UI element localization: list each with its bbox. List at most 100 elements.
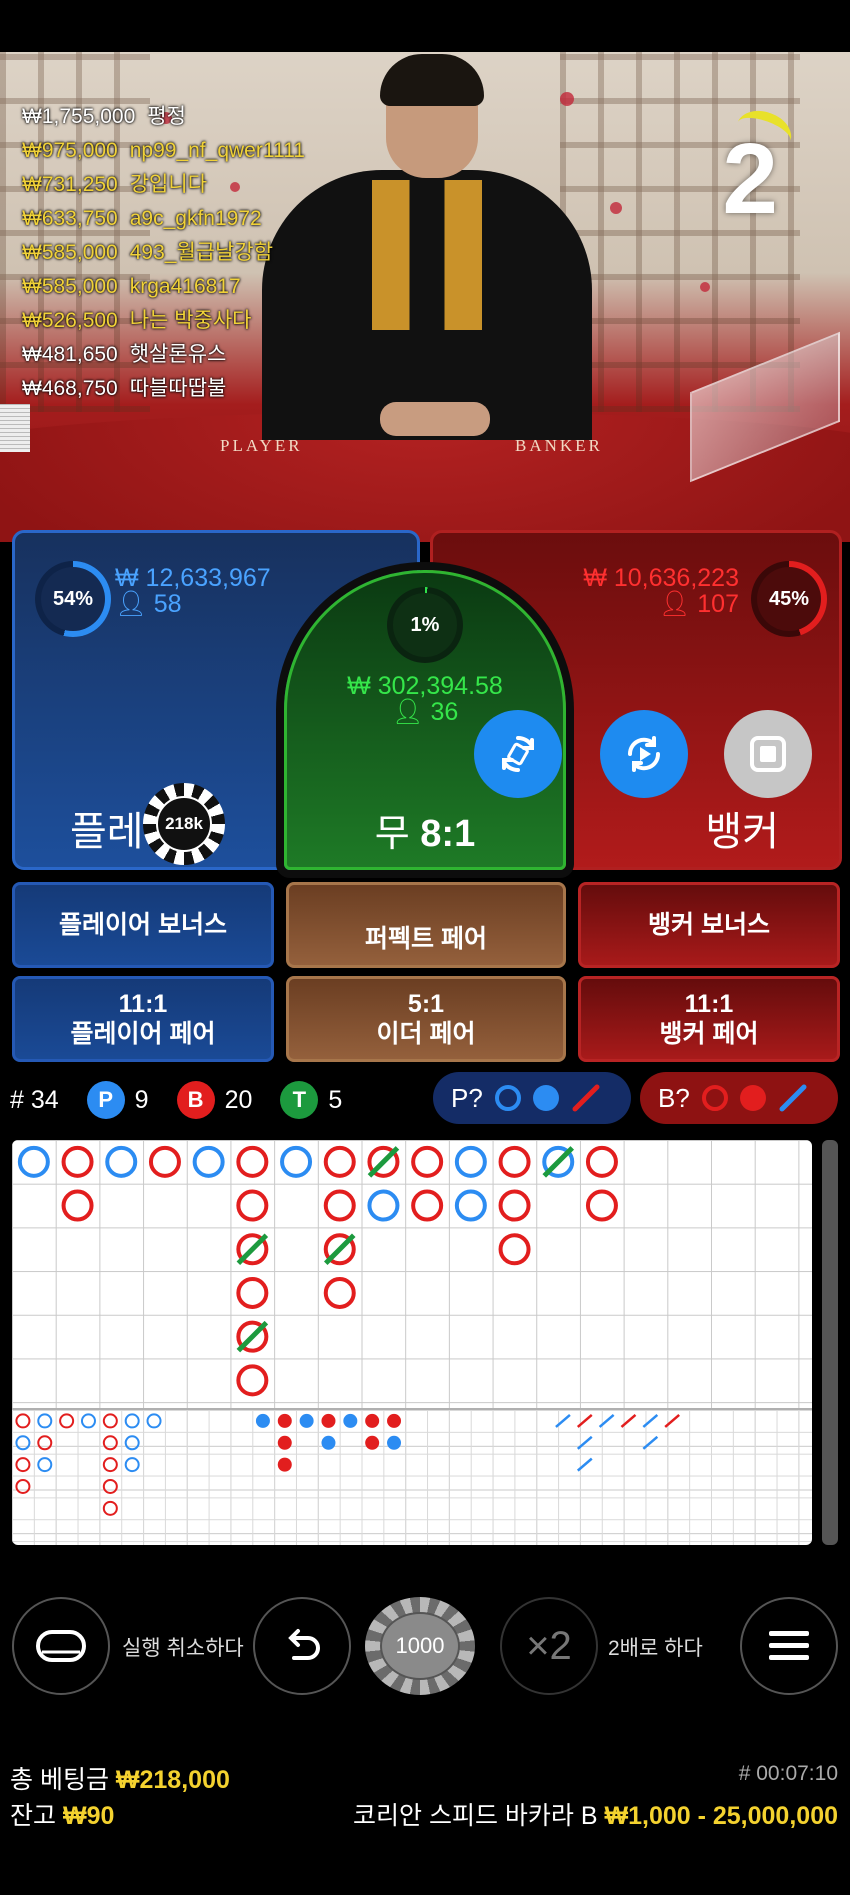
player-count: 58: [153, 590, 182, 618]
small-road-mark: [387, 1435, 402, 1450]
undo-button[interactable]: [253, 1597, 351, 1695]
big-road-mark: [17, 1145, 50, 1178]
double-button[interactable]: ×2: [500, 1597, 598, 1695]
big-eye-mark: [15, 1457, 31, 1473]
predict-ring-icon: [494, 1085, 521, 1111]
chip-selector[interactable]: 1000: [365, 1597, 475, 1695]
big-eye-mark: [102, 1457, 118, 1473]
player-count-row: 👤︎ 58: [115, 591, 271, 617]
cockroach-mark: [620, 1413, 637, 1428]
player-pair-button[interactable]: 11:1 플레이어 페어: [12, 976, 274, 1062]
player-predict-label: P?: [451, 1082, 483, 1113]
predict-slash-icon: [572, 1084, 600, 1112]
tie-wins: T5: [280, 1081, 342, 1119]
lobby-button[interactable]: [12, 1597, 110, 1695]
user-icon: 👤︎: [391, 698, 424, 726]
either-pair-odds: 5:1: [407, 990, 445, 1018]
big-eye-mark: [124, 1413, 140, 1429]
winner-row: ₩633,750 a9c_gkfn1972: [22, 202, 305, 236]
either-pair-button[interactable]: 5:1 이더 페어: [286, 976, 566, 1062]
hamburger-icon: [769, 1631, 809, 1660]
big-road-mark: [454, 1189, 487, 1222]
big-road-mark: [411, 1145, 444, 1178]
cockroach-mark: [642, 1435, 659, 1450]
big-road-mark: [498, 1233, 531, 1266]
menu-button[interactable]: [740, 1597, 838, 1695]
chip-selector-value: 1000: [380, 1612, 460, 1680]
winner-name: 나는 박중사다: [129, 309, 252, 332]
autoplay-button[interactable]: [600, 710, 688, 798]
stop-icon: [750, 736, 786, 772]
small-road-mark: [277, 1457, 292, 1472]
player-bonus-label: 플레이어 보너스: [59, 911, 227, 939]
balance-value: ₩90: [62, 1802, 115, 1830]
big-eye-mark: [80, 1413, 96, 1429]
chip-value: 218k: [156, 796, 212, 852]
small-road-mark: [299, 1413, 314, 1428]
small-road-mark: [277, 1413, 292, 1428]
banker-wins-count: 20: [224, 1085, 253, 1114]
winner-amount: ₩526,500: [22, 309, 118, 332]
blossom: [560, 92, 574, 106]
player-wins: P9: [86, 1081, 149, 1119]
live-video: PLAYER BANKER 2 ₩1,755,000 평정 ₩975,000 np99…: [0, 52, 850, 542]
stop-button[interactable]: [724, 710, 812, 798]
big-eye-mark: [59, 1413, 75, 1429]
perfect-pair-button[interactable]: 퍼펙트 페어: [286, 882, 566, 968]
big-road-mark: [585, 1145, 618, 1178]
winner-row: ₩731,250 강입니다: [22, 168, 305, 202]
dealer-hands: [380, 402, 490, 436]
repeat-bet-button[interactable]: [474, 710, 562, 798]
tie-percent-ring: 1%: [387, 587, 463, 663]
tie-name: 무: [374, 813, 410, 855]
double-label: 2배로 하다: [608, 1637, 703, 1660]
player-pair-odds: 11:1: [118, 990, 168, 1018]
tie-name-row: 무 8:1: [287, 802, 563, 857]
player-predict-button[interactable]: P?: [433, 1072, 631, 1124]
winner-name: 강입니다: [129, 173, 208, 196]
banker-count: 107: [697, 590, 739, 618]
banker-pair-button[interactable]: 11:1 뱅커 페어: [578, 976, 840, 1062]
small-road-mark: [365, 1413, 380, 1428]
blossom: [700, 282, 710, 292]
winner-amount: ₩585,000: [22, 275, 118, 298]
banker-predict-button[interactable]: B?: [640, 1072, 838, 1124]
winner-name: 따블따땁불: [129, 377, 227, 400]
winner-row: ₩481,650 햇살론유스: [22, 338, 305, 372]
game-screen: PLAYER BANKER 2 ₩1,755,000 평정 ₩975,000 np99…: [0, 0, 850, 1895]
round-number: # 34: [10, 1085, 59, 1114]
tie-payout: 8:1: [420, 813, 476, 855]
total-bet-value: ₩218,000: [115, 1766, 230, 1794]
game-round-id: # 00:07:10: [738, 1762, 838, 1785]
scoreboard-roads[interactable]: [12, 1140, 812, 1545]
dealer-hair: [380, 54, 484, 106]
big-eye-mark: [146, 1413, 162, 1429]
player-bonus-button[interactable]: 플레이어 보너스: [12, 882, 274, 968]
user-icon: 👤︎: [658, 590, 691, 618]
undo-label: 실행 취소하다: [122, 1637, 244, 1660]
cockroach-mark: [555, 1413, 571, 1428]
either-pair-label: 이더 페어: [376, 1020, 476, 1048]
banker-predict-label: B?: [658, 1082, 690, 1113]
player-percent-ring: 54%: [35, 561, 111, 637]
banker-percent-ring: 45%: [751, 561, 827, 637]
banker-amount: ₩ 10,636,223: [583, 564, 739, 592]
big-road-mark: [236, 1276, 269, 1309]
big-road-mark: [454, 1145, 487, 1178]
big-road-mark: [323, 1189, 356, 1222]
road-scrollbar[interactable]: [822, 1140, 838, 1545]
player-pair-label: 플레이어 페어: [70, 1020, 216, 1048]
big-eye-mark: [37, 1413, 53, 1429]
winner-name: 493_월급날강함: [129, 241, 274, 264]
cockroach-mark: [664, 1413, 680, 1428]
big-road-mark: [61, 1189, 94, 1222]
winner-amount: ₩1,755,000: [22, 105, 136, 128]
big-road-mark: [236, 1145, 269, 1178]
banker-bonus-button[interactable]: 뱅커 보너스: [578, 882, 840, 968]
big-eye-mark: [102, 1478, 118, 1494]
big-eye-mark: [124, 1435, 140, 1451]
tie-count: 36: [430, 698, 459, 726]
winner-name: 평정: [147, 105, 186, 128]
predict-dot-icon: [739, 1085, 766, 1111]
small-road-mark: [277, 1435, 292, 1450]
